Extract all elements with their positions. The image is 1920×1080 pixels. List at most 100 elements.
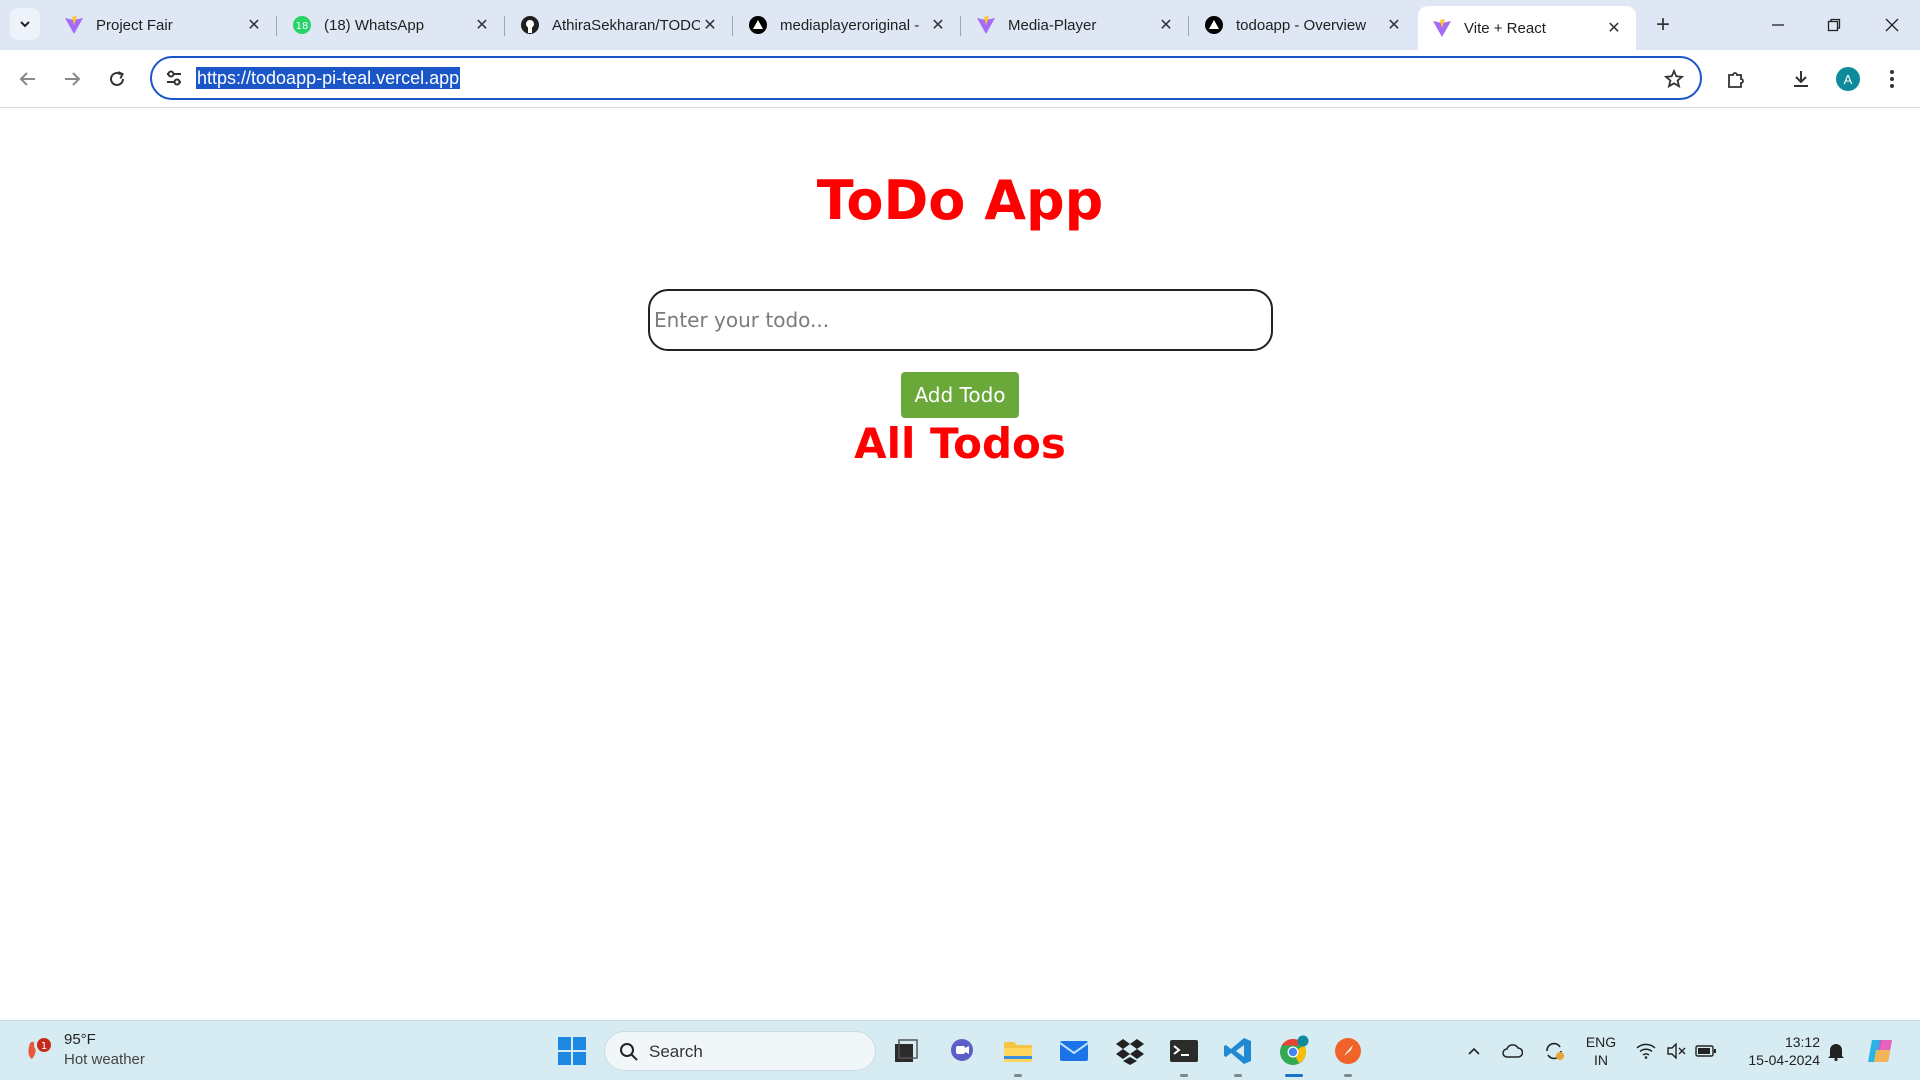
running-indicator — [1014, 1074, 1022, 1077]
tab-media-player[interactable]: Media-Player ✕ — [962, 6, 1189, 44]
search-label: Search — [649, 1042, 703, 1061]
running-indicator — [1234, 1074, 1242, 1077]
tab-title: AthiraSekharan/TODO — [552, 16, 700, 34]
mail-app[interactable] — [1054, 1031, 1094, 1071]
close-icon[interactable]: ✕ — [700, 15, 720, 35]
site-settings-icon[interactable] — [162, 66, 186, 90]
close-icon[interactable]: ✕ — [1384, 15, 1404, 35]
folder-icon — [1004, 1042, 1032, 1062]
todo-input[interactable] — [648, 289, 1273, 351]
copilot-button[interactable] — [1864, 1037, 1898, 1065]
menu-button[interactable] — [1876, 63, 1908, 95]
update-tray[interactable] — [1540, 1037, 1568, 1065]
sync-icon — [1546, 1042, 1564, 1060]
puzzle-icon — [1728, 72, 1744, 88]
tab-title: Vite + React — [1464, 19, 1546, 37]
tab-project-fair[interactable]: Project Fair ✕ — [50, 6, 277, 44]
profile-button[interactable]: A — [1832, 63, 1864, 95]
vercel-icon — [1204, 15, 1224, 35]
tab-separator — [732, 16, 733, 36]
bookmark-star-icon[interactable] — [1662, 67, 1686, 91]
browser-toolbar: https://todoapp-pi-teal.vercel.app A — [0, 50, 1920, 108]
file-explorer-app[interactable] — [998, 1031, 1038, 1077]
cloud-sync-tray[interactable] — [1498, 1037, 1526, 1065]
taskbar-search[interactable]: Search — [604, 1031, 876, 1071]
svg-text:1: 1 — [41, 1041, 47, 1052]
compass-icon — [1335, 1038, 1361, 1064]
close-icon — [1885, 18, 1899, 32]
task-view-button[interactable] — [886, 1031, 926, 1071]
back-button[interactable] — [12, 63, 44, 95]
windows-icon — [558, 1037, 586, 1065]
mail-icon — [1059, 1041, 1089, 1061]
wifi-icon — [1636, 1043, 1656, 1059]
weather-desc: Hot weather — [64, 1051, 145, 1068]
close-icon[interactable]: ✕ — [244, 15, 264, 35]
tab-github[interactable]: AthiraSekharan/TODO ✕ — [506, 6, 733, 44]
downloads-button[interactable] — [1785, 63, 1817, 95]
dropbox-icon — [1116, 1039, 1144, 1065]
close-icon[interactable]: ✕ — [1156, 15, 1176, 35]
clock-time: 13:12 — [1784, 1034, 1820, 1050]
plus-icon: + — [1655, 11, 1670, 38]
search-icon — [620, 1043, 638, 1061]
arrow-right-icon — [65, 72, 81, 86]
tab-vite-react[interactable]: Vite + React ✕ — [1418, 6, 1636, 50]
copilot-icon — [1868, 1040, 1892, 1062]
running-indicator — [1180, 1074, 1188, 1077]
close-icon[interactable]: ✕ — [472, 15, 492, 35]
task-view-icon — [895, 1039, 918, 1062]
extensions-button[interactable] — [1720, 63, 1752, 95]
minimize-button[interactable] — [1750, 0, 1806, 50]
restore-button[interactable] — [1806, 0, 1862, 50]
notifications-button[interactable] — [1822, 1037, 1850, 1065]
start-button[interactable] — [552, 1031, 592, 1071]
tab-search-button[interactable] — [10, 8, 40, 40]
url-text[interactable]: https://todoapp-pi-teal.vercel.app — [196, 67, 461, 89]
tab-mediaplayeroriginal[interactable]: mediaplayeroriginal - ✕ — [734, 6, 961, 44]
chrome-app[interactable] — [1274, 1031, 1314, 1077]
vscode-app[interactable] — [1218, 1031, 1258, 1077]
volume-muted-icon — [1667, 1043, 1686, 1059]
battery-icon — [1695, 1045, 1716, 1057]
address-bar[interactable]: https://todoapp-pi-teal.vercel.app — [150, 56, 1702, 100]
reload-button[interactable] — [101, 63, 133, 95]
avatar: A — [1836, 67, 1860, 91]
tab-title: (18) WhatsApp — [324, 16, 425, 34]
close-icon[interactable]: ✕ — [1604, 18, 1624, 38]
tab-separator — [504, 16, 505, 36]
running-indicator — [1344, 1074, 1352, 1077]
download-icon — [1794, 71, 1808, 87]
dropbox-app[interactable] — [1110, 1031, 1150, 1071]
chat-app[interactable] — [942, 1031, 982, 1071]
wifi-tray[interactable] — [1632, 1037, 1660, 1065]
volume-tray[interactable] — [1662, 1037, 1690, 1065]
brave-app[interactable] — [1328, 1031, 1368, 1077]
svg-text:18: 18 — [296, 21, 309, 32]
forward-button[interactable] — [56, 63, 88, 95]
weather-widget[interactable]: 1 95°F Hot weather — [22, 1029, 182, 1073]
tab-separator — [276, 16, 277, 36]
page-title: ToDo App — [816, 169, 1104, 232]
new-tab-button[interactable]: + — [1648, 10, 1678, 40]
terminal-app[interactable] — [1164, 1031, 1204, 1077]
tab-title: Project Fair — [96, 16, 173, 34]
language-indicator[interactable]: ENG IN — [1584, 1033, 1618, 1069]
tab-separator — [960, 16, 961, 36]
thermometer-icon: 1 — [28, 1038, 51, 1059]
tab-todoapp-overview[interactable]: todoapp - Overview ✕ — [1190, 6, 1416, 44]
chevron-down-icon — [20, 21, 30, 28]
region-code: IN — [1594, 1052, 1608, 1068]
vite-icon — [976, 15, 996, 35]
system-clock[interactable]: 13:12 15-04-2024 — [1736, 1033, 1820, 1069]
github-icon — [520, 15, 540, 35]
more-vertical-icon — [1890, 70, 1894, 88]
add-todo-button[interactable]: Add Todo — [901, 372, 1019, 418]
battery-tray[interactable] — [1692, 1037, 1720, 1065]
vite-icon — [64, 15, 84, 35]
show-hidden-icons-button[interactable] — [1460, 1037, 1488, 1065]
tab-whatsapp[interactable]: 18 (18) WhatsApp ✕ — [278, 6, 505, 44]
vscode-icon — [1224, 1038, 1251, 1064]
close-icon[interactable]: ✕ — [928, 15, 948, 35]
close-window-button[interactable] — [1864, 0, 1920, 50]
